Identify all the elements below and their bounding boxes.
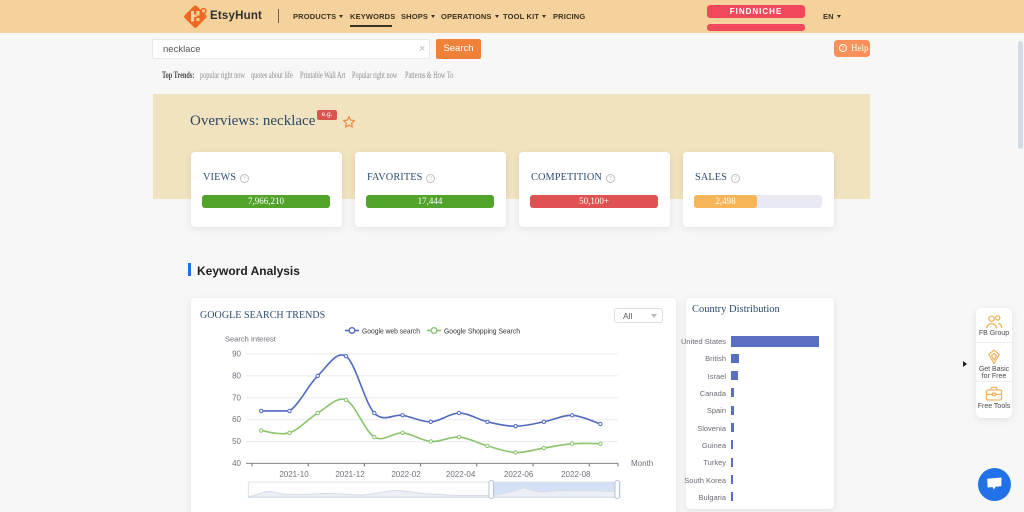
svg-text:2021-12: 2021-12 <box>335 470 365 479</box>
svg-text:Google Shopping Search: Google Shopping Search <box>444 327 520 336</box>
svg-text:2022-06: 2022-06 <box>504 470 534 479</box>
svg-text:2022-08: 2022-08 <box>561 470 591 479</box>
svg-text:40: 40 <box>232 459 241 468</box>
svg-text:Month: Month <box>631 459 653 468</box>
svg-text:60: 60 <box>232 415 241 424</box>
svg-text:2022-02: 2022-02 <box>391 470 421 479</box>
svg-text:70: 70 <box>232 393 241 402</box>
svg-text:90: 90 <box>232 350 241 359</box>
svg-text:2021-10: 2021-10 <box>279 470 309 479</box>
svg-text:80: 80 <box>232 371 241 380</box>
svg-text:2022-04: 2022-04 <box>446 470 476 479</box>
svg-text:Google web search: Google web search <box>362 327 420 336</box>
svg-text:Search Interest: Search Interest <box>225 335 277 344</box>
svg-text:50: 50 <box>232 437 241 446</box>
